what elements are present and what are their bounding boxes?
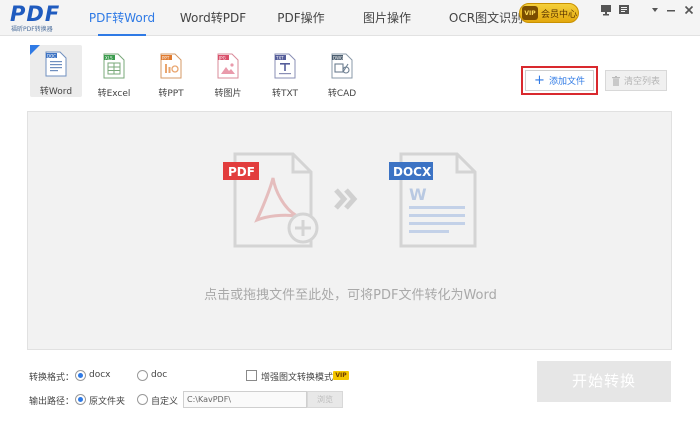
output-source-label[interactable]: 原文件夹 [89, 394, 125, 407]
svg-text:PPT: PPT [162, 55, 170, 60]
format-doc-label[interactable]: doc [151, 370, 167, 380]
vip-badge: VIP [333, 371, 349, 380]
member-center-label: 会员中心 [541, 9, 578, 20]
tool-label: 转图片 [214, 89, 242, 99]
tool-to-image[interactable]: JPG 转图片 [202, 47, 254, 99]
tab-image-operations[interactable]: 图片操作 [340, 0, 434, 36]
vip-crown-icon: VIP [522, 6, 538, 20]
feedback-icon[interactable] [599, 4, 613, 18]
output-source-radio[interactable] [75, 394, 86, 405]
minimize-icon[interactable] [664, 4, 678, 18]
add-file-highlight: + 添加文件 [521, 66, 598, 95]
ppt-doc-icon: PPT [160, 53, 182, 79]
trash-icon [611, 75, 620, 86]
enhance-mode-label[interactable]: 增强图文转换模式 [261, 370, 333, 383]
tool-label: 转Excel [97, 89, 131, 99]
browse-button[interactable]: 浏览 [307, 391, 343, 408]
cad-doc-icon: DWG [331, 53, 353, 79]
excel-doc-icon: XLS [103, 53, 125, 79]
message-icon[interactable] [617, 4, 631, 18]
enhance-mode-checkbox[interactable] [246, 370, 257, 381]
start-convert-button[interactable]: 开始转换 [537, 361, 671, 402]
tab-word-to-pdf[interactable]: Word转PDF [164, 0, 262, 36]
logo-subtitle: 福昕PDF转换器 [11, 26, 53, 33]
format-label: 转换格式： [29, 373, 75, 383]
tool-to-txt[interactable]: TXT 转TXT [259, 47, 311, 99]
file-drop-area[interactable]: PDF DOCX W 点击或拖拽文件至此处，可将PDF文件转化为Word [27, 111, 672, 350]
app-logo: PDF 福昕PDF转换器 [10, 2, 72, 34]
close-icon[interactable] [682, 4, 696, 18]
logo-text: PDF [10, 2, 61, 26]
format-docx-radio[interactable] [75, 370, 86, 381]
plus-icon: + [534, 73, 545, 88]
svg-text:XLS: XLS [105, 55, 113, 60]
tab-pdf-operations[interactable]: PDF操作 [262, 0, 340, 36]
tool-label: 转PPT [158, 89, 184, 99]
tool-to-excel[interactable]: XLS 转Excel [88, 47, 140, 99]
tool-to-ppt[interactable]: PPT 转PPT [145, 47, 197, 99]
menu-chevron-down-icon[interactable] [648, 4, 662, 18]
add-file-button[interactable]: + 添加文件 [525, 70, 594, 91]
pdf-badge-text: PDF [228, 165, 255, 179]
add-file-label: 添加文件 [548, 77, 585, 87]
format-docx-label[interactable]: docx [89, 370, 111, 380]
output-label: 输出路径： [29, 397, 75, 407]
clear-list-label: 清空列表 [623, 77, 660, 87]
drop-hint-text: 点击或拖拽文件至此处，可将PDF文件转化为Word [204, 288, 497, 303]
clear-list-button[interactable]: 清空列表 [605, 70, 667, 91]
output-custom-radio[interactable] [137, 394, 148, 405]
format-doc-radio[interactable] [137, 370, 148, 381]
word-doc-icon: DOC [45, 51, 67, 77]
output-custom-label[interactable]: 自定义 [151, 394, 178, 407]
svg-text:TXT: TXT [275, 55, 284, 60]
svg-text:DOC: DOC [47, 53, 56, 58]
double-arrow-icon [334, 188, 358, 210]
title-bar: PDF 福昕PDF转换器 PDF转Word Word转PDF PDF操作 图片操… [0, 0, 700, 36]
tool-to-cad[interactable]: DWG 转CAD [316, 47, 368, 99]
member-center-button[interactable]: VIP 会员中心 [519, 3, 579, 23]
svg-text:JPG: JPG [218, 55, 226, 60]
selected-corner-marker [30, 45, 40, 55]
docx-badge-text: DOCX [393, 165, 432, 179]
tool-label: 转CAD [327, 89, 357, 99]
main-nav: PDF转Word Word转PDF PDF操作 图片操作 OCR图文识别 [80, 0, 538, 36]
word-glyph-icon: W [409, 185, 427, 204]
svg-text:DWG: DWG [333, 55, 343, 60]
txt-doc-icon: TXT [274, 53, 296, 79]
pdf-to-docx-illustration: PDF DOCX W [223, 152, 477, 248]
tool-to-word[interactable]: DOC 转Word [30, 45, 82, 97]
image-doc-icon: JPG [217, 53, 239, 79]
tab-pdf-to-word[interactable]: PDF转Word [80, 0, 164, 36]
tool-label: 转Word [39, 87, 73, 97]
output-path-input[interactable] [183, 391, 307, 408]
tool-label: 转TXT [271, 89, 298, 99]
